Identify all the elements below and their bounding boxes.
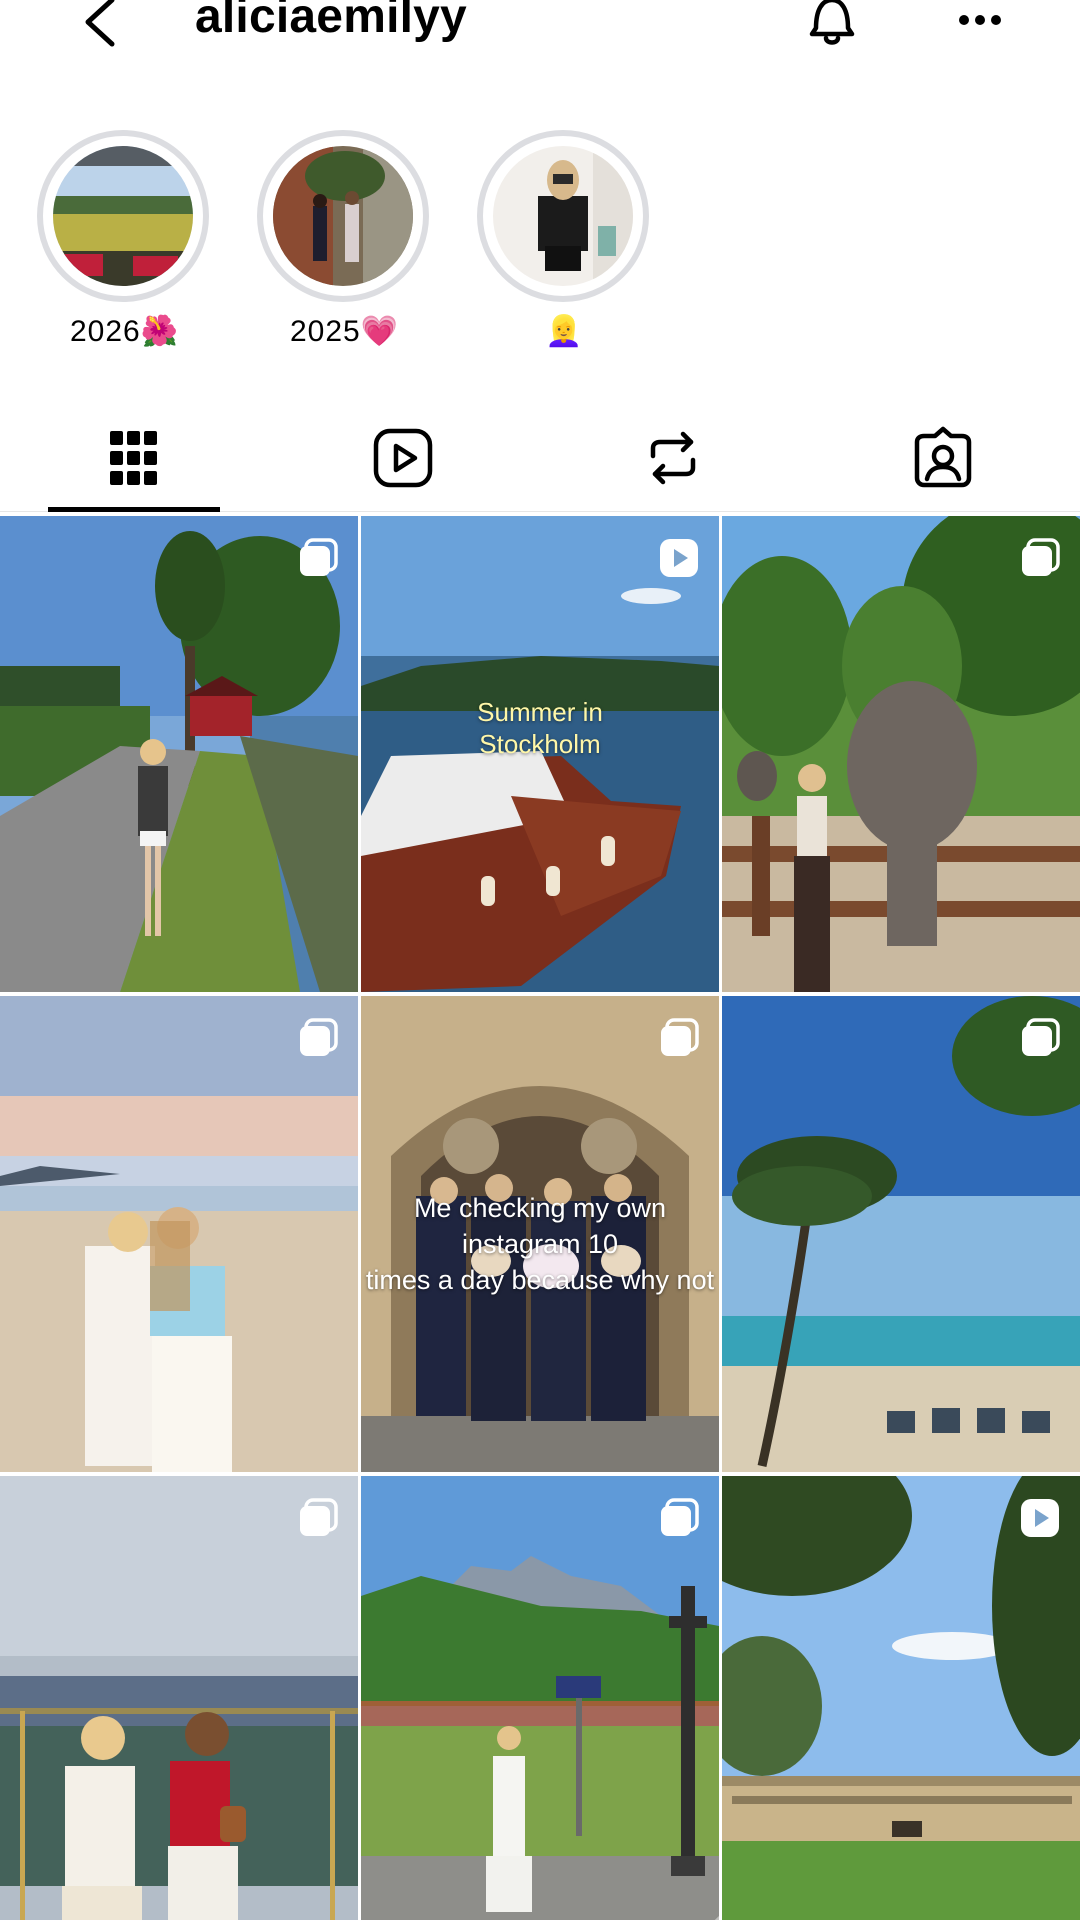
carousel-icon: [300, 1018, 338, 1056]
tagged-icon: [914, 426, 972, 488]
carousel-icon: [300, 538, 338, 576]
post-tile[interactable]: [361, 1476, 719, 1920]
active-tab-indicator: [48, 507, 220, 512]
post-thumbnail: [722, 516, 1080, 992]
highlight-label: 👱‍♀️: [545, 315, 584, 348]
carousel-icon: [1022, 1018, 1060, 1056]
post-thumbnail: [0, 1476, 358, 1920]
back-button[interactable]: [78, 0, 128, 56]
post-tile[interactable]: [0, 1476, 358, 1920]
more-options-button[interactable]: [950, 0, 1010, 46]
story-highlights: 2026🌺 2025💗: [0, 130, 1080, 360]
profile-tabs: [0, 410, 1080, 512]
reels-icon: [373, 428, 433, 488]
repost-icon: [650, 431, 696, 485]
post-overlay-text: Summer in Stockholm: [477, 697, 603, 759]
post-tile[interactable]: Summer in Stockholm: [361, 516, 719, 992]
carousel-icon: [661, 1018, 699, 1056]
chevron-left-icon: [85, 0, 115, 47]
highlight-ring: [477, 130, 649, 302]
highlight-cover-image: [493, 146, 633, 286]
highlight-ring: [257, 130, 429, 302]
tab-reposts[interactable]: [633, 422, 713, 494]
post-tile[interactable]: [722, 996, 1080, 1472]
notifications-button[interactable]: [800, 0, 864, 56]
highlight-ring: [37, 130, 209, 302]
post-tile[interactable]: [722, 1476, 1080, 1920]
post-tile[interactable]: Me checking my own instagram 10 times a d…: [361, 996, 719, 1472]
bell-icon: [809, 0, 855, 45]
tab-reels[interactable]: [363, 422, 443, 494]
post-thumbnail: [722, 1476, 1080, 1920]
post-tile[interactable]: [0, 516, 358, 992]
highlight-label: 2025💗: [289, 315, 400, 348]
video-icon: [1021, 1499, 1059, 1537]
post-tile[interactable]: [0, 996, 358, 1472]
carousel-icon: [1022, 538, 1060, 576]
profile-username: aliciaemilyy: [195, 0, 467, 43]
post-overlay-text: Me checking my own instagram 10 times a d…: [365, 1193, 715, 1295]
carousel-icon: [661, 1498, 699, 1536]
highlight-2025[interactable]: 2025💗: [257, 130, 432, 349]
highlight-cover-image: [273, 146, 413, 286]
tab-tagged[interactable]: [903, 422, 983, 494]
post-thumbnail: [361, 1476, 719, 1920]
highlight-emoji[interactable]: 👱‍♀️: [477, 130, 652, 349]
highlight-cover-image: [53, 146, 193, 286]
carousel-icon: [300, 1498, 338, 1536]
tab-posts[interactable]: [94, 422, 174, 494]
post-thumbnail: [0, 516, 358, 992]
grid-icon: [110, 431, 157, 485]
post-thumbnail: [0, 996, 358, 1472]
post-tile[interactable]: [722, 516, 1080, 992]
more-horizontal-icon: [959, 15, 1001, 25]
highlight-2026[interactable]: 2026🌺: [37, 130, 212, 349]
profile-header: aliciaemilyy: [0, 0, 1080, 60]
video-icon: [660, 539, 698, 577]
highlight-label: 2026🌺: [69, 315, 180, 348]
post-thumbnail: [722, 996, 1080, 1472]
